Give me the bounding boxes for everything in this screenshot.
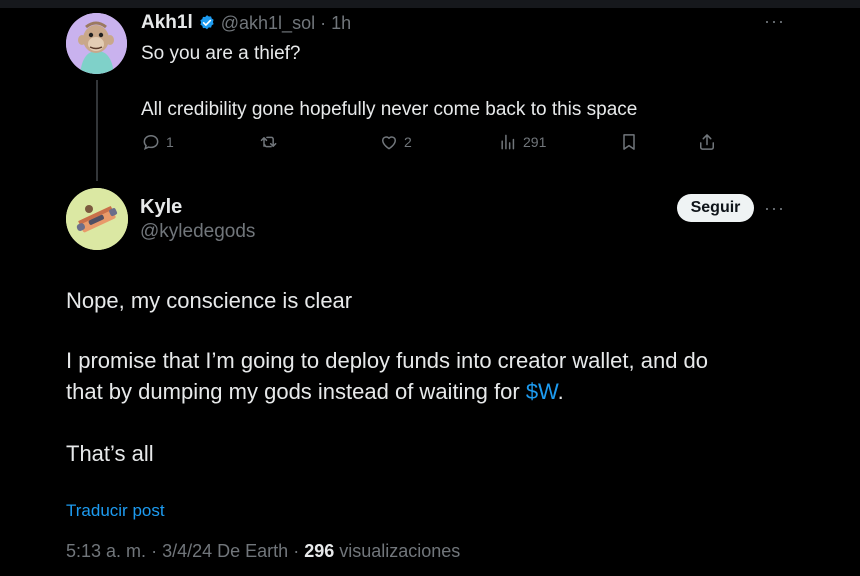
author-name[interactable]: Kyle <box>140 196 182 219</box>
post-body-line: That’s all <box>66 441 154 466</box>
author-name[interactable]: Akh1l <box>141 12 193 34</box>
avatar-kyle[interactable] <box>66 188 128 250</box>
post-body-text: that by dumping my gods instead of waiti… <box>66 379 526 404</box>
verified-badge-icon <box>200 15 214 30</box>
like-button[interactable]: 2 <box>379 129 412 155</box>
reply-count: 1 <box>166 134 174 150</box>
author-handle[interactable]: @kyledegods <box>140 221 255 243</box>
post-date[interactable]: 3/4/24 <box>162 541 212 561</box>
views-label: visualizaciones <box>339 541 461 561</box>
post-body-line: that by dumping my gods instead of waiti… <box>66 377 564 407</box>
post-meta: 5:13 a. m. · 3/4/24 De Earth · 296 visua… <box>66 541 461 561</box>
post-time[interactable]: 1h <box>331 13 351 34</box>
retweet-button[interactable] <box>259 129 284 155</box>
views-count: 296 <box>304 541 335 561</box>
heart-icon <box>382 136 396 150</box>
reply-header: Akh1l @akh1l_sol · 1h <box>141 11 351 35</box>
reply-icon <box>143 134 159 151</box>
translate-link[interactable]: Traducir post <box>66 501 165 521</box>
bookmark-button[interactable] <box>619 129 639 155</box>
views-button[interactable]: 291 <box>498 129 546 155</box>
retweet-icon <box>260 136 277 148</box>
share-icon <box>700 134 714 150</box>
thread-connector <box>96 80 98 181</box>
share-button[interactable] <box>697 129 717 155</box>
action-bar: 1 2 291 <box>141 129 721 155</box>
post-body-line: Nope, my conscience is clear <box>66 288 353 313</box>
top-divider <box>0 0 860 8</box>
avatar-akh1l[interactable] <box>66 13 127 74</box>
post-time[interactable]: 5:13 a. m. <box>66 541 146 561</box>
reply-line: All credibility gone hopefully never com… <box>141 99 638 120</box>
post-body-text: . <box>557 379 564 404</box>
like-count: 2 <box>404 134 412 150</box>
follow-button[interactable]: Seguir <box>677 194 754 222</box>
post-source: De Earth <box>217 541 289 561</box>
author-handle[interactable]: @akh1l_sol <box>221 13 315 34</box>
reply-text: So you are a thief? All credibility gone… <box>141 41 637 122</box>
more-dots-icon[interactable]: ··· <box>764 12 785 30</box>
views-count: 291 <box>523 134 547 150</box>
separator-dot: · <box>320 12 327 33</box>
more-dots-icon[interactable]: ··· <box>764 199 785 217</box>
cashtag-link[interactable]: $W <box>526 379 558 404</box>
views-chart-icon <box>501 134 515 150</box>
reply-button[interactable]: 1 <box>141 129 174 155</box>
bookmark-icon <box>623 134 635 150</box>
kyle-avatar-icon <box>66 188 128 250</box>
ape-avatar-icon <box>66 13 127 74</box>
post-body-line: I promise that I’m going to deploy funds… <box>66 348 709 373</box>
reply-line: So you are a thief? <box>141 43 301 64</box>
